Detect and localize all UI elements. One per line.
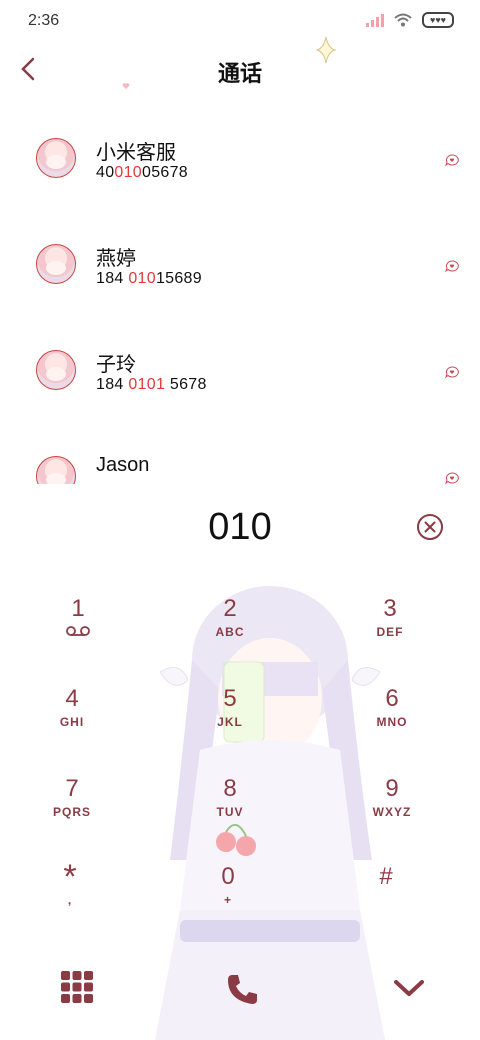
key-7[interactable]: 7 PQRS: [12, 774, 132, 854]
signal-icon: [366, 13, 384, 27]
key-4[interactable]: 4 GHI: [12, 684, 132, 764]
status-time: 2:36: [28, 12, 60, 29]
key-5[interactable]: 5 JKL: [170, 684, 290, 764]
avatar: [36, 244, 76, 284]
list-item[interactable]: 小米客服 4001005678: [0, 110, 480, 206]
list-item[interactable]: 子玲 184 0101 5678: [0, 322, 480, 418]
contact-number: 4001005678: [96, 164, 189, 181]
key-star[interactable]: *,: [10, 860, 130, 942]
key-0[interactable]: 0 +: [168, 862, 288, 942]
header: 通话: [0, 50, 480, 90]
sparkle-icon: [316, 36, 336, 64]
clear-icon[interactable]: [416, 513, 444, 541]
avatar: [36, 456, 76, 484]
contact-name: 子玲: [96, 354, 136, 376]
chevron-down-icon[interactable]: [392, 976, 426, 1000]
key-8[interactable]: 8 TUV: [170, 774, 290, 854]
list-item[interactable]: Jason: [0, 428, 480, 484]
dial-pad: 1 2 ABC 3 DEF 4 GHI 5 JKL 6 MNO 7 PQRS 8 TUV 9W…: [0, 580, 480, 1040]
call-icon[interactable]: [226, 972, 260, 1006]
message-icon[interactable]: [445, 260, 459, 272]
contact-number: 184 01015689: [96, 270, 202, 287]
status-icons: ♥♥♥: [366, 12, 454, 28]
battery-icon: ♥♥♥: [422, 12, 454, 28]
key-9[interactable]: 9 WXYZ: [332, 774, 452, 854]
message-icon[interactable]: [445, 366, 459, 378]
key-2[interactable]: 2 ABC: [170, 594, 290, 674]
contact-list[interactable]: 小米客服 4001005678 燕婷 184 01015689 子玲 184 0…: [0, 110, 480, 484]
contact-name: Jason: [96, 454, 150, 476]
voicemail-icon: [66, 626, 90, 636]
key-6[interactable]: 6 MNO: [332, 684, 452, 764]
contact-number: 184 0101 5678: [96, 376, 207, 393]
avatar: [36, 350, 76, 390]
contact-name: 小米客服: [96, 142, 176, 164]
message-icon[interactable]: [445, 472, 459, 484]
dialed-number: 010: [208, 506, 272, 548]
grid-icon[interactable]: [60, 970, 94, 1004]
key-1[interactable]: 1: [18, 594, 138, 674]
contact-name: 燕婷: [96, 248, 136, 270]
key-hash[interactable]: #: [326, 862, 446, 942]
bottom-bar: [0, 966, 480, 1026]
page-title: 通话: [217, 61, 262, 86]
dial-input[interactable]: 010: [0, 500, 480, 556]
avatar: [36, 138, 76, 178]
list-item[interactable]: 燕婷 184 01015689: [0, 216, 480, 312]
message-icon[interactable]: [445, 154, 459, 166]
wifi-icon: [394, 13, 412, 27]
heart-icon: [122, 83, 130, 89]
key-3[interactable]: 3 DEF: [330, 594, 450, 674]
status-bar: 2:36 ♥♥♥: [0, 0, 480, 40]
